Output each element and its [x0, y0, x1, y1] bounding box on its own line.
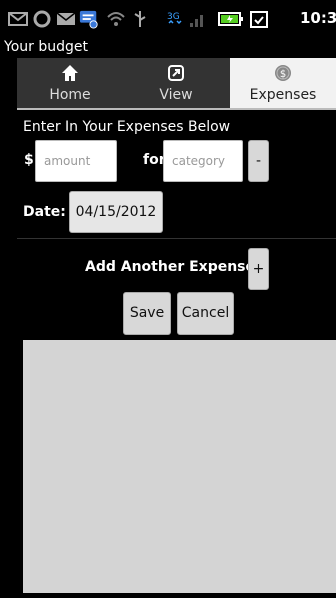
- svg-text:$: $: [280, 69, 286, 80]
- view-icon: [168, 65, 184, 81]
- add-expense-button[interactable]: +: [248, 248, 269, 290]
- save-button[interactable]: Save: [123, 292, 171, 335]
- left-margin: [0, 108, 17, 598]
- 3g-icon: 3G: [167, 12, 182, 25]
- expense-list-area: [23, 340, 336, 593]
- title-bar: Your budget: [0, 38, 336, 58]
- home-icon: [62, 65, 78, 81]
- wifi-icon: [107, 12, 125, 26]
- divider: [17, 238, 336, 239]
- app-title: Your budget: [4, 39, 88, 55]
- usb-icon: [134, 11, 146, 27]
- tab-view[interactable]: View: [123, 58, 229, 108]
- add-expense-label: Add Another Expense:: [85, 259, 261, 275]
- clock: 10:39: [300, 9, 336, 27]
- status-bar: 3G 10:39: [0, 0, 336, 38]
- signal-icon: [190, 15, 203, 27]
- mail-icon: [8, 12, 28, 26]
- tab-bar: Home View $ Expenses: [17, 58, 336, 110]
- date-label: Date:: [23, 204, 66, 220]
- tab-expenses[interactable]: $ Expenses: [230, 58, 336, 108]
- date-picker-button[interactable]: 04/15/2012: [69, 191, 163, 233]
- category-input[interactable]: category: [163, 140, 243, 182]
- cancel-button[interactable]: Cancel: [177, 292, 234, 335]
- remove-expense-button[interactable]: -: [248, 140, 269, 182]
- currency-label: $: [24, 152, 34, 168]
- sync-icon: [33, 10, 51, 28]
- tab-label: Expenses: [249, 87, 317, 103]
- tab-home[interactable]: Home: [17, 58, 123, 108]
- dollar-coin-icon: $: [275, 65, 291, 81]
- chat-notification-icon: [79, 10, 98, 29]
- email-icon: [56, 12, 76, 25]
- calendar-icon: [250, 11, 268, 28]
- battery-charging-icon: [218, 12, 243, 26]
- tab-label: View: [159, 87, 193, 103]
- tab-label: Home: [49, 87, 91, 103]
- svg-text:3G: 3G: [167, 12, 180, 22]
- amount-input[interactable]: amount: [35, 140, 117, 182]
- instructions-text: Enter In Your Expenses Below: [23, 119, 231, 135]
